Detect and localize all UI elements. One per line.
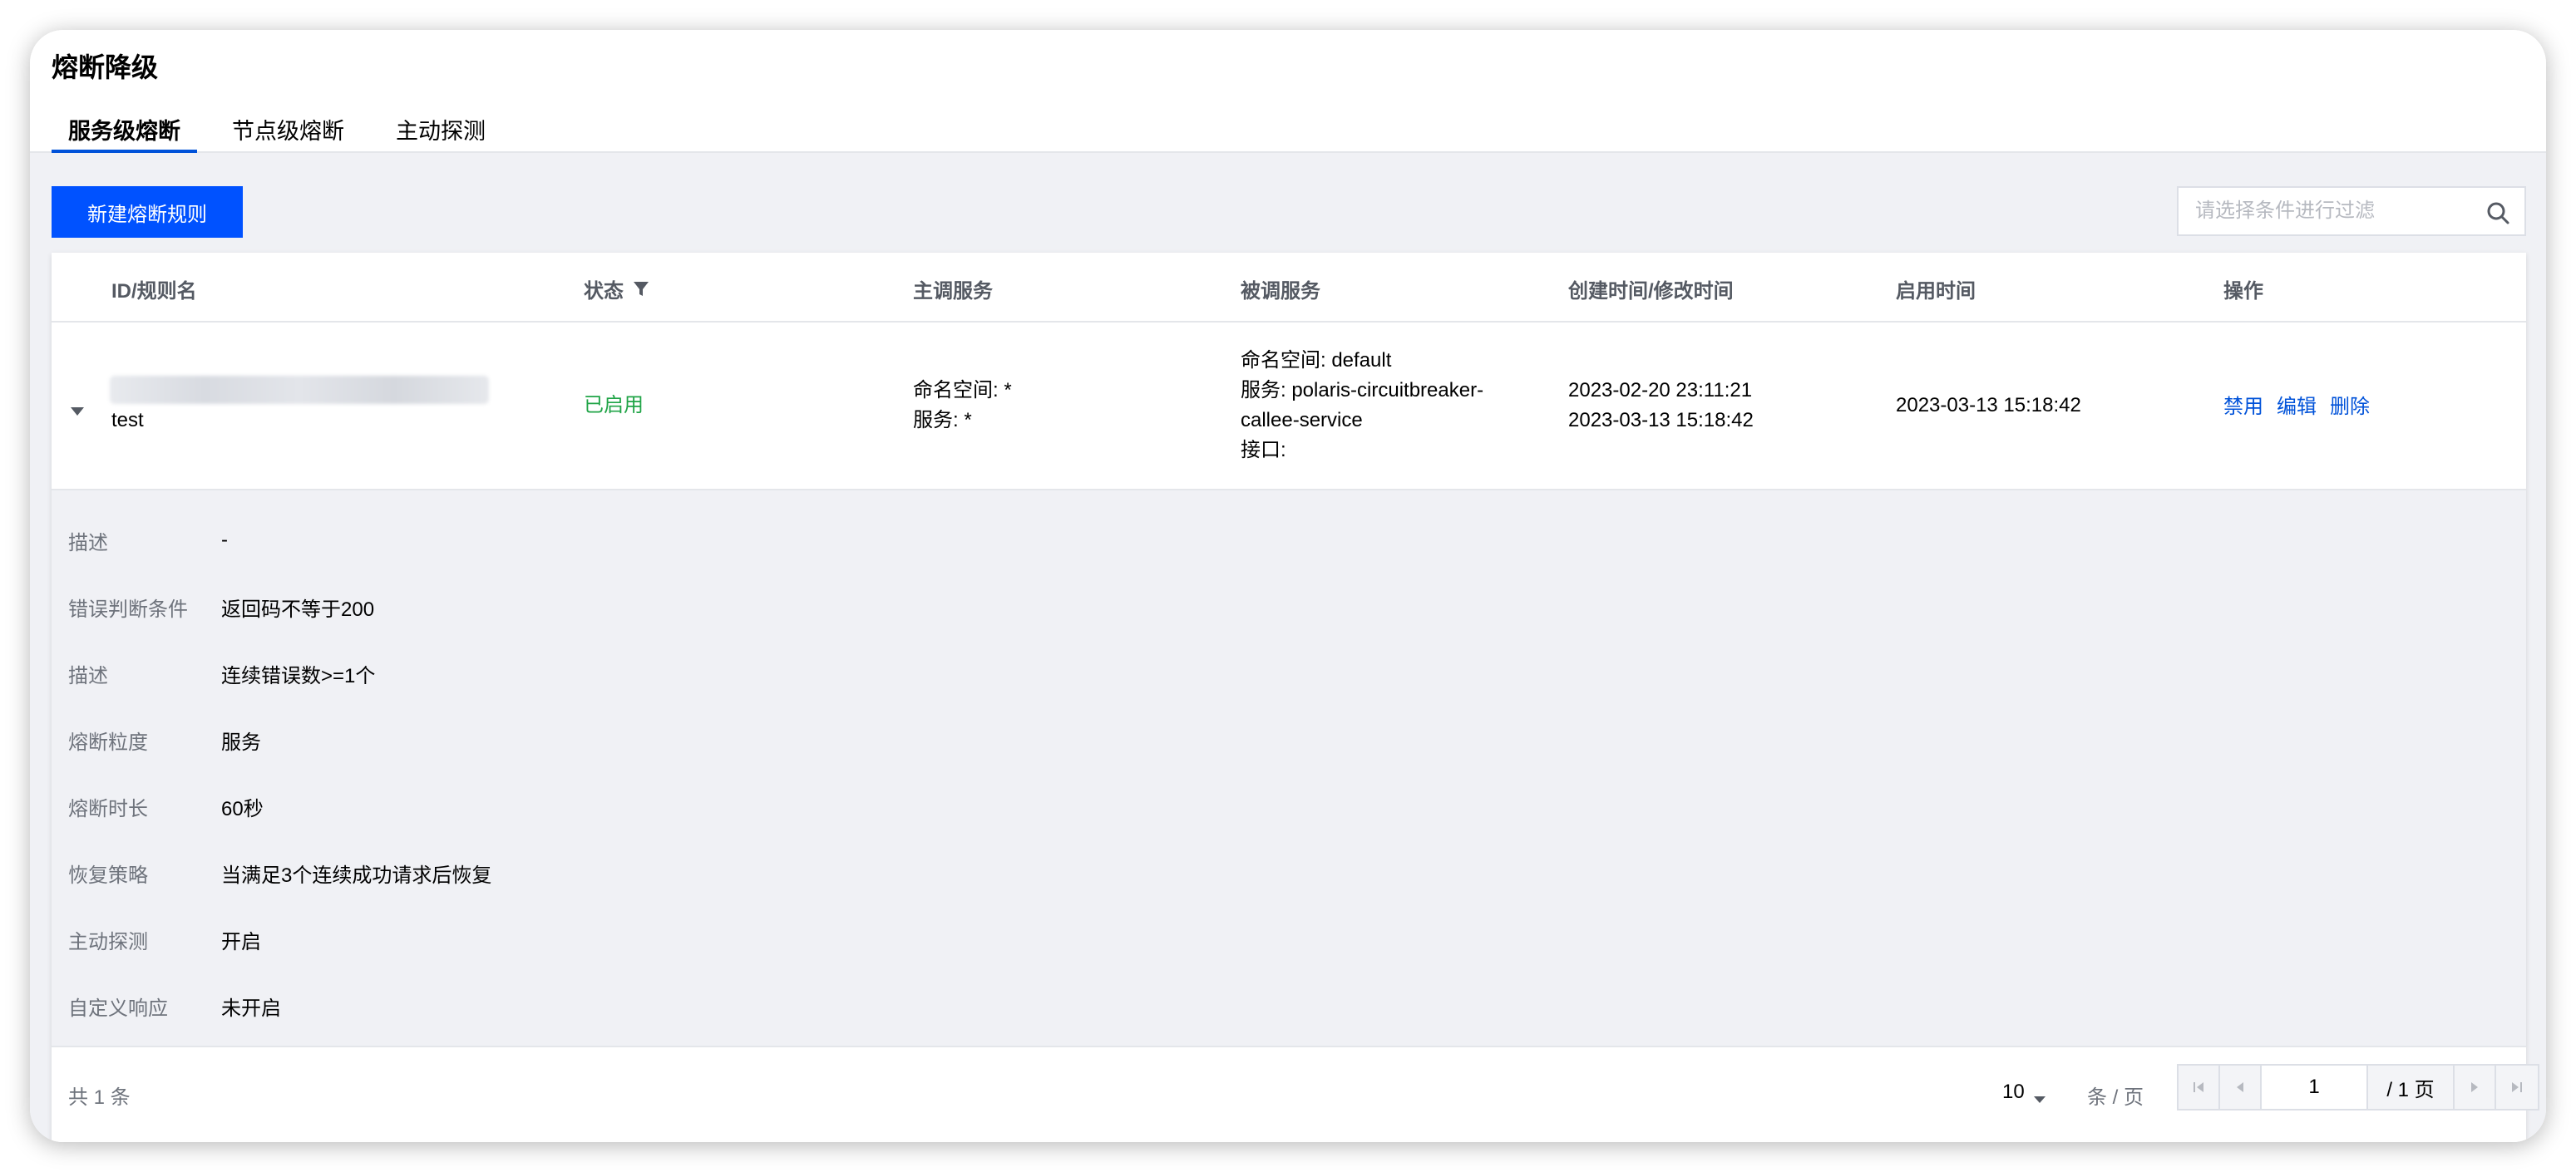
page-title: 熔断降级 (52, 52, 159, 82)
detail-value: - (221, 529, 228, 551)
tab-service-circuit-breaker[interactable]: 服务级熔断 (52, 113, 197, 153)
new-circuit-breaker-rule-button[interactable]: 新建熔断规则 (52, 186, 243, 238)
created-time: 2023-02-20 23:11:21 (1568, 379, 1753, 401)
rule-details-panel: 描述 - 错误判断条件 返回码不等于200 描述 连续错误数>=1个 熔断粒度 … (52, 490, 2526, 1047)
callee-service-line-2: callee-service (1241, 409, 1363, 431)
detail-value: 服务 (221, 731, 261, 754)
detail-label: 自定义响应 (68, 997, 168, 1020)
detail-value: 返回码不等于200 (221, 598, 375, 621)
callee-service-line-1: 服务: polaris-circuitbreaker- (1241, 379, 1484, 401)
column-header-times: 创建时间/修改时间 (1568, 280, 1734, 303)
last-page-button[interactable] (2496, 1066, 2538, 1109)
column-header-id-name: ID/规则名 (111, 280, 197, 303)
column-header-status: 状态 (584, 274, 650, 303)
first-page-button[interactable] (2179, 1066, 2220, 1109)
tab-bar: 服务级熔断 节点级熔断 主动探测 (52, 113, 521, 153)
detail-label: 错误判断条件 (68, 598, 188, 621)
first-page-icon (2194, 1082, 2203, 1092)
detail-value: 60秒 (221, 797, 264, 820)
callee-namespace: 命名空间: default (1241, 349, 1392, 372)
disable-link[interactable]: 禁用 (2223, 396, 2263, 418)
detail-label: 描述 (68, 664, 108, 687)
page-size-value: 10 (2002, 1081, 2025, 1103)
detail-value: 开启 (221, 930, 261, 953)
detail-label: 恢复策略 (68, 864, 148, 887)
detail-label: 描述 (68, 531, 108, 554)
column-header-callee: 被调服务 (1241, 280, 1320, 303)
filter-icon[interactable] (632, 280, 650, 298)
column-header-enable-time: 启用时间 (1896, 280, 1976, 303)
rules-table: ID/规则名 状态 主调服务 被调服务 创建时间/修改时间 启用时间 操作 te… (52, 253, 2539, 1142)
detail-label: 熔断时长 (68, 797, 148, 820)
page-size-select[interactable]: 10 (2002, 1081, 2046, 1104)
previous-page-button[interactable] (2220, 1066, 2262, 1109)
detail-value: 连续错误数>=1个 (221, 664, 376, 687)
status-badge: 已启用 (584, 394, 644, 416)
next-page-button[interactable] (2455, 1066, 2496, 1109)
column-header-status-label: 状态 (584, 280, 624, 303)
page-header: 熔断降级 服务级熔断 节点级熔断 主动探测 (30, 30, 2546, 153)
delete-link[interactable]: 删除 (2330, 396, 2370, 418)
filter-search-box (2177, 186, 2526, 236)
callee-interface: 接口: (1241, 439, 1286, 461)
table-row: test 已启用 命名空间: * 服务: * 命名空间: default 服务:… (52, 323, 2526, 490)
tab-node-circuit-breaker[interactable]: 节点级熔断 (215, 113, 361, 153)
page-number-input[interactable] (2262, 1066, 2368, 1109)
main-content: 新建熔断规则 ID/规则名 状态 (30, 153, 2546, 1142)
search-icon[interactable] (2485, 199, 2511, 226)
column-header-caller: 主调服务 (913, 280, 993, 303)
enabled-time: 2023-03-13 15:18:42 (1896, 394, 2081, 416)
next-page-icon (2471, 1082, 2478, 1092)
filter-search-input[interactable] (2179, 188, 2461, 234)
chevron-down-icon (2033, 1087, 2046, 1103)
caller-namespace: 命名空间: * (913, 379, 1012, 401)
detail-value: 当满足3个连续成功请求后恢复 (221, 864, 492, 887)
per-page-unit: 条 / 页 (2087, 1086, 2144, 1109)
detail-label: 熔断粒度 (68, 731, 148, 754)
pagination-control: / 1 页 (2177, 1064, 2539, 1110)
table-header: ID/规则名 状态 主调服务 被调服务 创建时间/修改时间 启用时间 操作 (52, 253, 2526, 323)
table-footer: 共 1 条 10 条 / 页 / 1 页 (52, 1047, 2539, 1142)
last-page-icon (2512, 1082, 2522, 1092)
total-pages: / 1 页 (2368, 1066, 2455, 1109)
redacted-rule-id (110, 376, 489, 404)
modified-time: 2023-03-13 15:18:42 (1568, 409, 1754, 431)
edit-link[interactable]: 编辑 (2277, 396, 2317, 418)
detail-label: 主动探测 (68, 930, 148, 953)
caller-service: 服务: * (913, 409, 972, 431)
tab-active-probe[interactable]: 主动探测 (379, 113, 502, 153)
detail-value: 未开启 (221, 997, 281, 1020)
row-actions: 禁用 编辑 删除 (2223, 392, 2383, 422)
expand-caret-icon[interactable] (70, 399, 85, 416)
app-window: 熔断降级 服务级熔断 节点级熔断 主动探测 新建熔断规则 ID/规则名 状态 (30, 30, 2546, 1142)
column-header-actions: 操作 (2223, 280, 2263, 303)
previous-page-icon (2237, 1082, 2243, 1092)
total-count: 共 1 条 (68, 1086, 131, 1109)
rule-name: test (111, 409, 144, 431)
